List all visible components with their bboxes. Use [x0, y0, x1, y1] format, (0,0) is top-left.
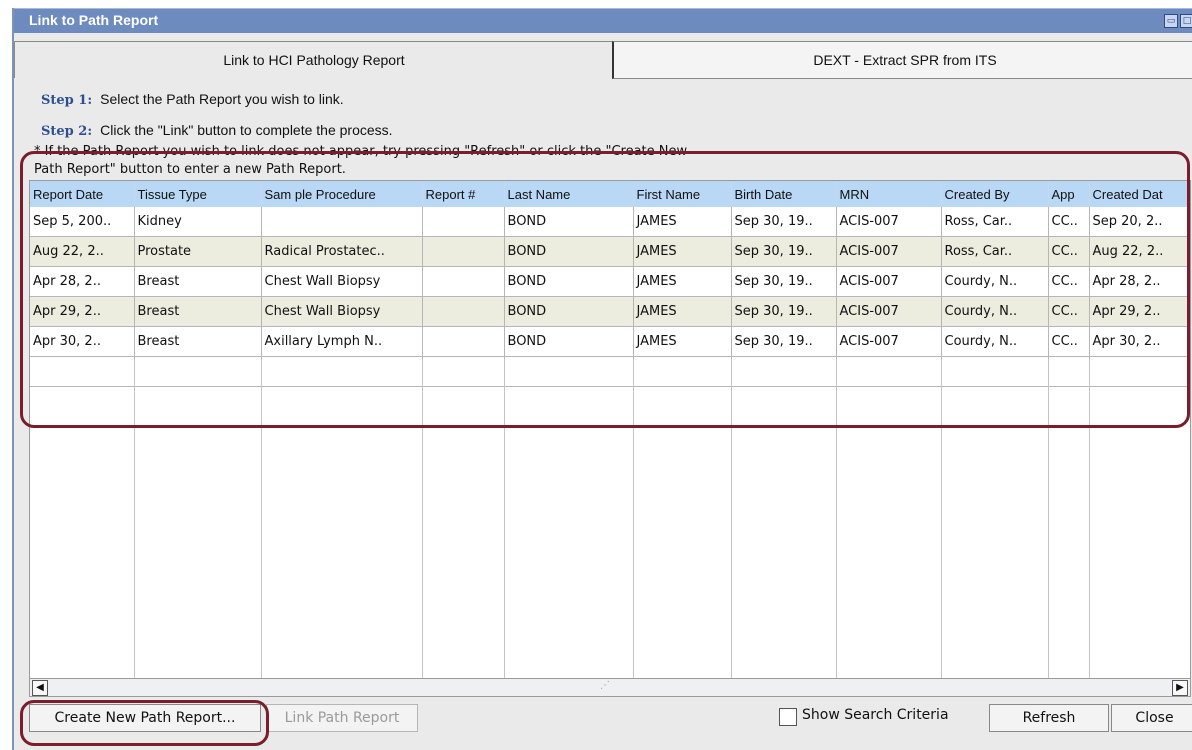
window-title: Link to Path Report	[29, 12, 159, 28]
step-1: Step 1: Select the Path Report you wish t…	[41, 91, 344, 108]
minimize-icon[interactable]: ▭	[1164, 14, 1178, 28]
scroll-left-icon[interactable]: ◀	[32, 680, 48, 696]
horizontal-scrollbar[interactable]: ◀ ⋰ ▶	[29, 678, 1191, 697]
window-controls: ▭ □	[1164, 14, 1192, 28]
link-path-report-button[interactable]: Link Path Report	[266, 704, 418, 732]
show-search-criteria-label: Show Search Criteria	[802, 707, 949, 723]
step-1-text: Select the Path Report you wish to link.	[100, 91, 344, 107]
step-2: Step 2: Click the "Link" button to comple…	[41, 122, 393, 139]
scroll-right-icon[interactable]: ▶	[1172, 680, 1188, 696]
tab-strip: Link to HCI Pathology Report DEXT - Extr…	[14, 41, 1192, 79]
close-button[interactable]: Close	[1111, 704, 1192, 732]
create-button-highlight-outline	[20, 700, 269, 746]
title-bar: Link to Path Report ▭ □	[14, 8, 1192, 33]
step-1-number: Step 1:	[41, 93, 93, 108]
maximize-icon[interactable]: □	[1180, 14, 1192, 28]
table-highlight-outline	[20, 151, 1190, 428]
step-2-text: Click the "Link" button to complete the …	[100, 122, 393, 138]
tab-link-hci-pathology[interactable]: Link to HCI Pathology Report	[14, 41, 614, 78]
scroll-grip-icon[interactable]: ⋰	[600, 680, 610, 691]
tab-dext-extract[interactable]: DEXT - Extract SPR from ITS	[612, 41, 1192, 79]
step-2-number: Step 2:	[41, 124, 93, 139]
show-search-criteria-checkbox[interactable]	[779, 708, 797, 726]
refresh-button[interactable]: Refresh	[989, 704, 1109, 732]
